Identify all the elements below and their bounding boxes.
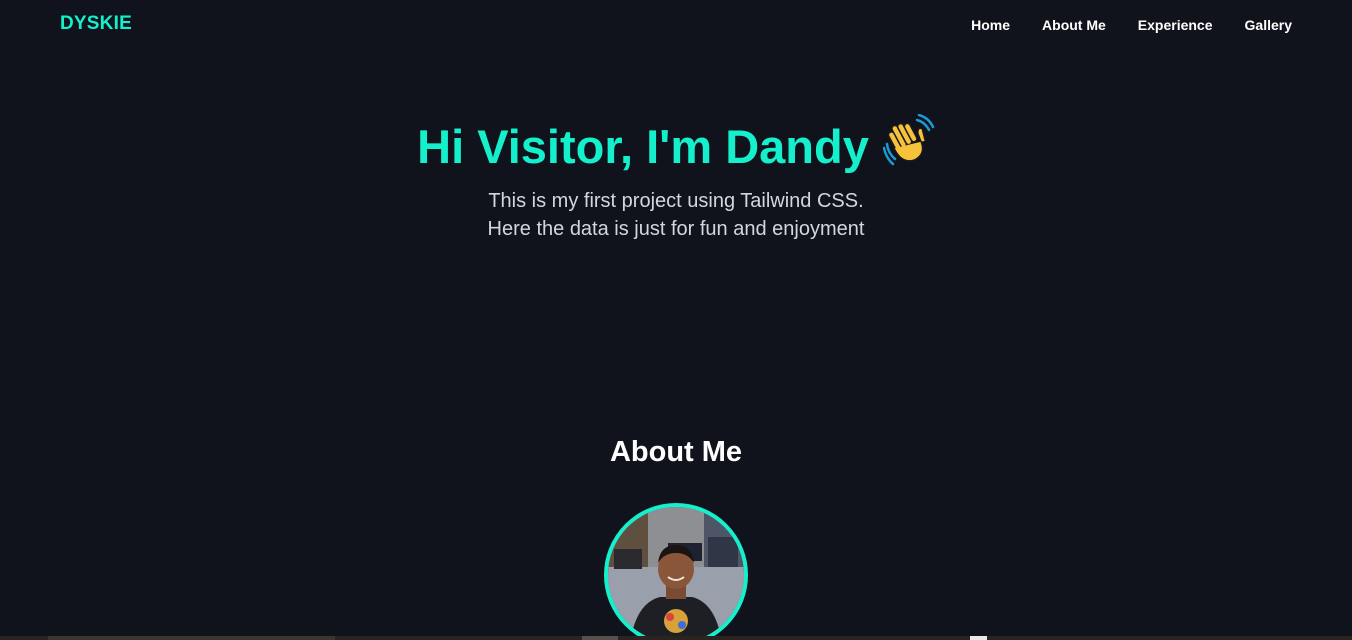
navbar: DYSKIE Home About Me Experience Gallery — [0, 0, 1352, 50]
avatar — [604, 503, 748, 640]
nav-item-experience: Experience — [1138, 17, 1213, 35]
page: DYSKIE Home About Me Experience Gallery … — [0, 0, 1352, 640]
hero-title: Hi Visitor, I'm Dandy — [0, 113, 1352, 183]
bottom-strip-segment — [48, 636, 335, 640]
avatar-photo — [608, 507, 744, 640]
waving-hand-icon — [882, 113, 935, 179]
nav-link-gallery[interactable]: Gallery — [1245, 17, 1292, 33]
bottom-strip-segment — [970, 636, 987, 640]
nav-item-about: About Me — [1042, 17, 1106, 35]
hero-subtitle: This is my first project using Tailwind … — [0, 187, 1352, 243]
nav-link-home[interactable]: Home — [971, 17, 1010, 33]
hero-title-text: Hi Visitor, I'm Dandy — [417, 120, 869, 173]
hero-subtitle-line-1: This is my first project using Tailwind … — [488, 190, 864, 212]
hero-subtitle-line-2: Here the data is just for fun and enjoym… — [487, 218, 865, 240]
nav-item-gallery: Gallery — [1245, 17, 1292, 35]
bottom-edge-strip — [0, 636, 1352, 640]
nav-link-experience[interactable]: Experience — [1138, 17, 1213, 33]
about-heading: About Me — [609, 436, 743, 468]
nav-item-home: Home — [971, 17, 1010, 35]
nav-link-about[interactable]: About Me — [1042, 17, 1106, 33]
brand-logo[interactable]: DYSKIE — [60, 13, 132, 35]
nav-links: Home About Me Experience Gallery — [971, 17, 1292, 35]
bottom-strip-segment — [582, 636, 618, 640]
